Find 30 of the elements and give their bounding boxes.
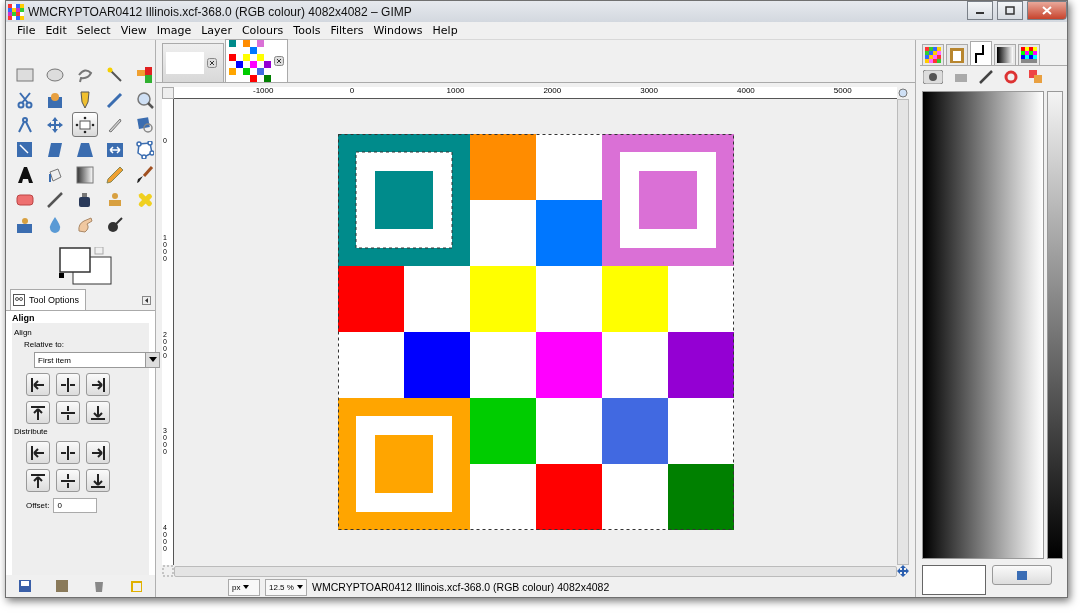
menu-item[interactable]: Windows (368, 24, 428, 37)
ruler-label: 5000 (833, 87, 852, 95)
offset-field[interactable]: 0 (53, 498, 98, 513)
ruler-label: 4000 (737, 87, 755, 95)
relative-to-dropdown[interactable]: First item (34, 352, 160, 368)
field-label: Relative to: (24, 340, 66, 349)
menu-item[interactable]: Select (71, 24, 116, 37)
ruler-label: 3000 (640, 87, 658, 95)
panel-title: Align (12, 313, 36, 323)
menu-item[interactable]: Filters (325, 24, 369, 37)
ruler-label: 2000 (543, 87, 562, 95)
menu-item[interactable]: Tools (288, 24, 326, 37)
ruler-label: 1000 (446, 87, 465, 95)
menu-item[interactable]: Layer (196, 24, 237, 37)
zoom-dropdown[interactable]: 12.5 % (265, 578, 307, 596)
section-label: Align (14, 328, 33, 337)
ruler-label: 0 (349, 87, 355, 95)
status-message: WMCRYPTOAR0412 Illinois.xcf-368.0 (RGB colour) 4082x4082 (312, 581, 610, 593)
field-label: Offset: (26, 501, 50, 510)
unit-dropdown[interactable]: px (228, 578, 260, 596)
menu-item[interactable]: View (115, 24, 152, 37)
section-label: Distribute (14, 427, 49, 436)
ruler-label: -1000 (253, 87, 274, 95)
menu-item[interactable]: Colours (236, 24, 289, 37)
menu-item[interactable]: File (12, 24, 41, 37)
menu-item[interactable]: Edit (40, 24, 72, 37)
tool-options-tab[interactable]: Tool Options (10, 289, 87, 310)
menu-item[interactable]: Help (427, 24, 463, 37)
menu-item[interactable]: Image (151, 24, 197, 37)
window-title: WMCRYPTOAR0412 Illinois.xcf-368.0 (RGB colour) 4082x4082 – GIMP (28, 4, 413, 19)
